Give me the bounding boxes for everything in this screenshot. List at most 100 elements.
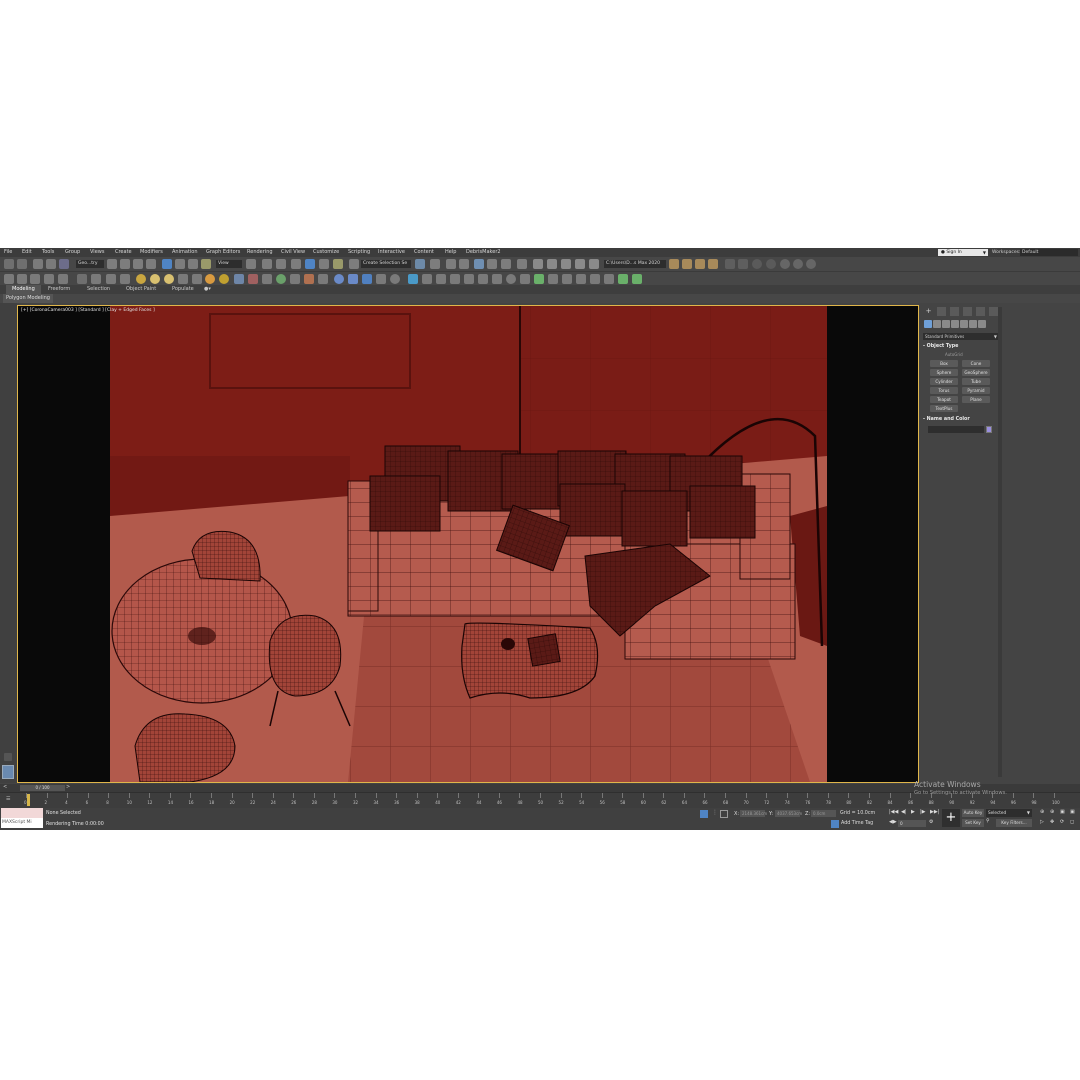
render-production-icon[interactable] (561, 259, 571, 269)
go-to-end-icon[interactable]: ▶▶| (930, 809, 939, 815)
tool-36-icon[interactable] (604, 274, 614, 284)
space-warps-icon[interactable] (969, 320, 977, 328)
sun-icon[interactable] (205, 274, 215, 284)
help-icon[interactable] (390, 274, 400, 284)
tool-26-icon[interactable] (464, 274, 474, 284)
geometry-icon[interactable] (924, 320, 932, 328)
track-bar-menu-icon[interactable]: ☰ (6, 796, 10, 802)
spinner-snap-icon[interactable] (333, 259, 343, 269)
toggle-ribbon-icon[interactable] (474, 259, 484, 269)
select-rotate-icon[interactable] (175, 259, 185, 269)
tool-24-icon[interactable] (436, 274, 446, 284)
viewport-layout-toggle-icon[interactable] (4, 753, 12, 761)
camera-viewport[interactable]: [+] [CoronaCamera003 ] [Standard ] [Clay… (17, 305, 919, 783)
play-icon[interactable]: ▶ (911, 809, 915, 815)
teapot-button[interactable]: Teapot (930, 396, 958, 403)
slider-next-icon[interactable]: > (66, 784, 70, 790)
orbit-icon[interactable]: ⟳ (1060, 819, 1064, 825)
shelf-tool-19-icon[interactable] (348, 274, 358, 284)
tool-29-icon[interactable] (506, 274, 516, 284)
tab-modeling[interactable]: Modeling (6, 285, 41, 294)
object-type-rollout[interactable]: - Object Type (923, 344, 958, 349)
rectangular-selection-icon[interactable] (133, 259, 143, 269)
key-filter-icon[interactable]: ⚲ (986, 818, 990, 824)
corona-ipr-icon[interactable] (682, 259, 692, 269)
cameras-icon[interactable] (951, 320, 959, 328)
absolute-mode-icon[interactable] (720, 810, 728, 818)
key-filters-button[interactable]: Key Filters... (996, 819, 1032, 827)
plugin-tool-1-icon[interactable] (725, 259, 735, 269)
tool-31-icon[interactable] (534, 274, 544, 284)
z-coordinate-field[interactable]: 0.0cm (811, 810, 836, 817)
corona-fb-icon[interactable] (708, 259, 718, 269)
shelf-tool-9-icon[interactable] (120, 274, 130, 284)
zoom-extents-icon[interactable]: ▣ (1060, 809, 1065, 815)
plugin-tool-6-icon[interactable] (793, 259, 803, 269)
menu-graph-editors[interactable]: Graph Editors (206, 248, 240, 257)
pivot-center-icon[interactable] (246, 259, 256, 269)
sphere-button[interactable]: Sphere (930, 369, 958, 376)
lights-icon[interactable] (942, 320, 950, 328)
menu-animation[interactable]: Animation (172, 248, 198, 257)
pan-view-icon[interactable]: ✥ (1050, 819, 1054, 825)
lock-selection-icon[interactable]: ⋮ (712, 809, 718, 816)
polygon-modeling-panel[interactable]: Polygon Modeling (3, 294, 53, 303)
menu-customize[interactable]: Customize (313, 248, 339, 257)
light-tool-3-icon[interactable] (164, 274, 174, 284)
textplus-button[interactable]: TextPlus (930, 405, 958, 412)
named-selection-set-dropdown[interactable]: Create Selection Se (361, 260, 411, 268)
plugin-tool-2-icon[interactable] (738, 259, 748, 269)
shelf-tool-15-icon[interactable] (276, 274, 286, 284)
render-setup-icon[interactable] (533, 259, 543, 269)
maxscript-listener[interactable]: MAXScript Mi (1, 808, 43, 828)
cone-button[interactable]: Cone (962, 360, 990, 367)
maximize-viewport-icon[interactable]: ◻ (1070, 819, 1074, 825)
shelf-tool-8-icon[interactable] (106, 274, 116, 284)
plugin-tool-7-icon[interactable] (806, 259, 816, 269)
a360-gallery-icon[interactable] (589, 259, 599, 269)
angle-snap-icon[interactable] (305, 259, 315, 269)
shelf-tool-3-icon[interactable] (30, 274, 40, 284)
render-in-cloud-icon[interactable] (575, 259, 585, 269)
select-by-name-icon[interactable] (120, 259, 130, 269)
link-icon[interactable] (33, 259, 43, 269)
shelf-tool-11-icon[interactable] (192, 274, 202, 284)
set-key-button[interactable]: Set Key (962, 819, 984, 827)
menu-help[interactable]: Help (445, 248, 456, 257)
tool-23-icon[interactable] (422, 274, 432, 284)
menu-rendering[interactable]: Rendering (247, 248, 273, 257)
shelf-tool-14-icon[interactable] (262, 274, 272, 284)
command-panel-scrollbar[interactable] (998, 307, 1002, 777)
time-config-icon[interactable]: ⚙ (929, 819, 933, 825)
menu-create[interactable]: Create (115, 248, 132, 257)
time-slider-thumb[interactable]: 0 / 100 (20, 785, 65, 791)
maxscript-output[interactable] (1, 808, 43, 818)
object-name-input[interactable] (928, 426, 984, 433)
redo-icon[interactable] (17, 259, 27, 269)
tab-selection[interactable]: Selection (87, 285, 110, 294)
auto-key-button[interactable]: Auto Key (962, 809, 984, 817)
shelf-tool-1-icon[interactable] (4, 274, 14, 284)
workspace-select[interactable]: Default (1020, 249, 1078, 256)
field-of-view-icon[interactable]: ▷ (1040, 819, 1044, 825)
current-frame-field[interactable]: 0 (898, 820, 926, 827)
helpers-icon[interactable] (960, 320, 968, 328)
align-icon[interactable] (430, 259, 440, 269)
slider-prev-icon[interactable]: < (3, 784, 7, 790)
create-tab-icon[interactable]: + (924, 307, 933, 316)
keyboard-shortcut-icon[interactable] (276, 259, 286, 269)
tool-32-icon[interactable] (548, 274, 558, 284)
go-to-start-icon[interactable]: |◀◀ (889, 809, 898, 815)
material-editor-icon[interactable] (517, 259, 527, 269)
percent-snap-icon[interactable] (319, 259, 329, 269)
menu-content[interactable]: Content (414, 248, 434, 257)
tool-35-icon[interactable] (590, 274, 600, 284)
current-frame-marker[interactable] (27, 794, 30, 806)
menu-group[interactable]: Group (65, 248, 80, 257)
key-set-dropdown[interactable]: Selected ▼ (986, 809, 1032, 817)
corona-render-icon[interactable] (669, 259, 679, 269)
time-tag-icon[interactable] (831, 820, 839, 828)
display-tab-icon[interactable] (976, 307, 985, 316)
edit-named-selection-icon[interactable] (349, 259, 359, 269)
shelf-tool-10-icon[interactable] (178, 274, 188, 284)
